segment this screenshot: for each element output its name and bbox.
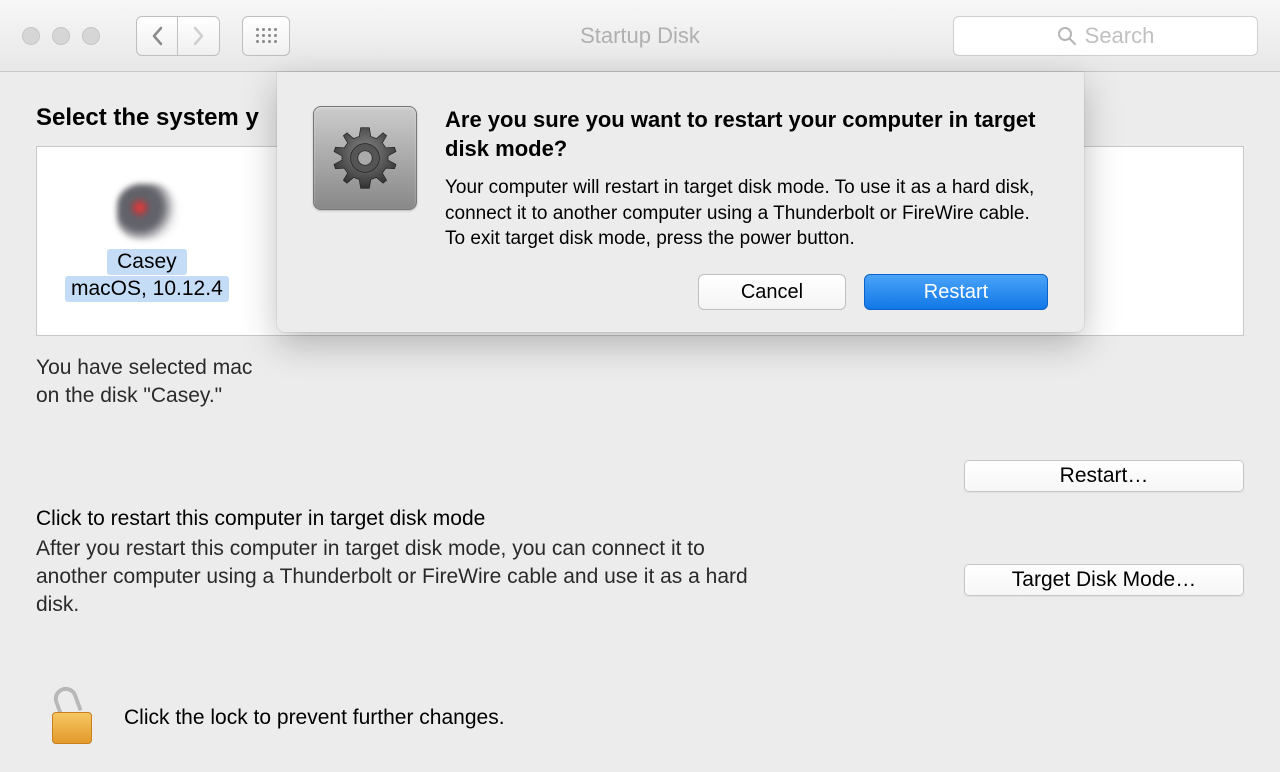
- chevron-right-icon: [191, 25, 206, 47]
- status-text: You have selected mac on the disk "Casey…: [36, 354, 1244, 411]
- dialog-text: Your computer will restart in target dis…: [445, 175, 1048, 252]
- dialog-buttons: Cancel Restart: [445, 274, 1048, 310]
- target-disk-description: After you restart this computer in targe…: [36, 535, 776, 620]
- dialog-title: Are you sure you want to restart your co…: [445, 106, 1048, 163]
- forward-button[interactable]: [178, 16, 220, 56]
- restart-button[interactable]: Restart…: [964, 460, 1244, 492]
- lock-row: Click the lock to prevent further change…: [52, 692, 505, 744]
- back-button[interactable]: [136, 16, 178, 56]
- title-bar: Startup Disk Search: [0, 0, 1280, 72]
- system-preferences-icon: [313, 106, 417, 210]
- lock-button[interactable]: [52, 692, 92, 744]
- confirm-restart-button[interactable]: Restart: [864, 274, 1048, 310]
- close-window-button[interactable]: [22, 27, 40, 45]
- confirm-restart-dialog: Are you sure you want to restart your co…: [277, 72, 1084, 332]
- search-placeholder: Search: [1085, 23, 1155, 49]
- target-disk-mode-button[interactable]: Target Disk Mode…: [964, 564, 1244, 596]
- nav-buttons: [136, 16, 220, 56]
- show-all-button[interactable]: [242, 16, 290, 56]
- zoom-window-button[interactable]: [82, 27, 100, 45]
- gear-icon: [329, 122, 401, 194]
- disk-version: macOS, 10.12.4: [65, 276, 229, 302]
- disk-item[interactable]: Casey macOS, 10.12.4: [65, 181, 229, 302]
- target-disk-heading: Click to restart this computer in target…: [36, 507, 1244, 531]
- disk-name: Casey: [107, 249, 187, 275]
- search-input[interactable]: Search: [953, 16, 1258, 56]
- lock-label: Click the lock to prevent further change…: [124, 706, 505, 730]
- cancel-button[interactable]: Cancel: [698, 274, 846, 310]
- search-icon: [1057, 26, 1077, 46]
- window-title: Startup Disk: [580, 23, 700, 49]
- dialog-body: Are you sure you want to restart your co…: [445, 106, 1048, 310]
- disk-icon: [112, 181, 182, 243]
- chevron-left-icon: [150, 25, 165, 47]
- window-controls: [22, 27, 100, 45]
- grid-icon: [256, 28, 277, 43]
- minimize-window-button[interactable]: [52, 27, 70, 45]
